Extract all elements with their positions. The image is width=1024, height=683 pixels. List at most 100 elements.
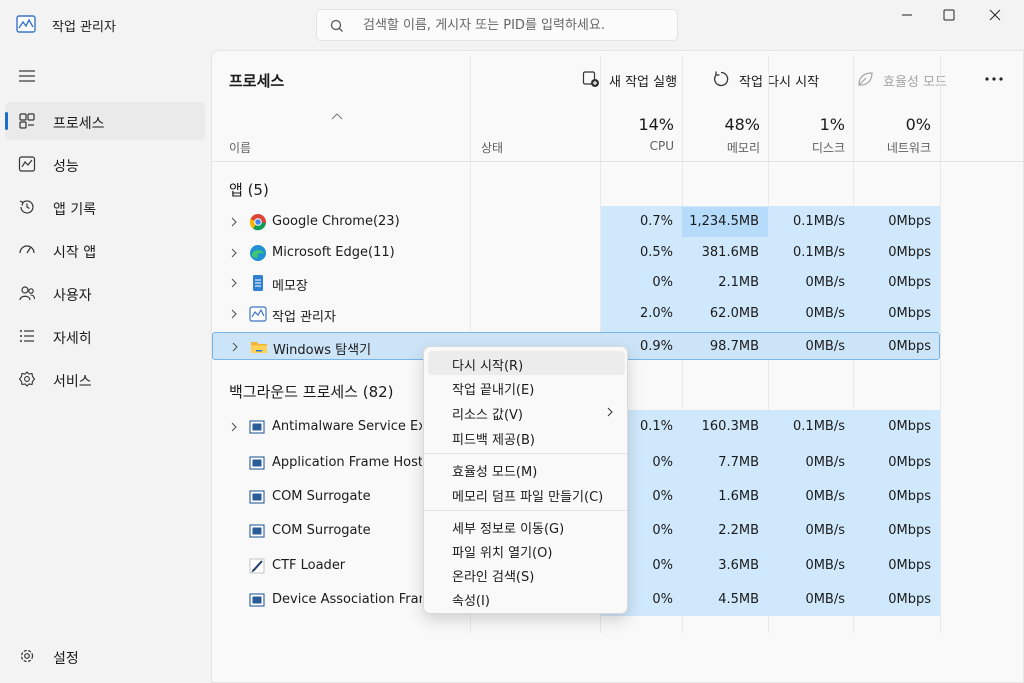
menu-separator bbox=[424, 510, 627, 511]
more-options-icon[interactable] bbox=[982, 69, 1006, 89]
column-header-cpu[interactable]: CPU bbox=[600, 139, 674, 153]
maximize-icon bbox=[943, 9, 955, 21]
new-task-icon bbox=[582, 71, 599, 87]
column-header-disk[interactable]: 디스크 bbox=[768, 139, 845, 156]
restart-task-button[interactable]: 작업 다시 시작 bbox=[712, 65, 832, 93]
menu-item-properties[interactable]: 속성(I) bbox=[428, 586, 625, 610]
menu-item-search-online[interactable]: 온라인 검색(S) bbox=[428, 562, 625, 586]
leaf-icon bbox=[858, 72, 873, 86]
memory-total: 48% bbox=[724, 115, 760, 134]
network-value: 0Mbps bbox=[888, 245, 931, 260]
efficiency-mode-button[interactable]: 효율성 모드 bbox=[856, 65, 960, 93]
sidebar-item-label: 앱 기록 bbox=[53, 202, 97, 218]
chevron-right-icon[interactable] bbox=[230, 277, 238, 289]
sidebar-item-performance[interactable]: 성능 bbox=[5, 145, 205, 183]
search-box[interactable] bbox=[316, 9, 678, 41]
chrome-icon bbox=[249, 214, 266, 231]
chevron-right-icon[interactable] bbox=[231, 341, 239, 353]
table-row[interactable]: Google Chrome(23) 0.7% 1,234.5MB 0.1MB/s… bbox=[212, 207, 940, 237]
menu-item-label: 피드백 제공(B) bbox=[452, 433, 535, 448]
sidebar-item-label: 시작 앱 bbox=[53, 245, 97, 261]
notepad-icon bbox=[253, 275, 263, 291]
service-icon bbox=[249, 490, 265, 504]
close-button[interactable] bbox=[972, 0, 1018, 32]
sidebar-item-label: 사용자 bbox=[53, 288, 92, 304]
process-name: Microsoft Edge(11) bbox=[272, 245, 395, 260]
network-value: 0Mbps bbox=[888, 275, 931, 290]
disk-value: 0MB/s bbox=[805, 592, 845, 607]
menu-item-resource-values[interactable]: 리소스 값(V) bbox=[428, 400, 625, 424]
service-icon bbox=[249, 593, 265, 607]
cpu-value: 0% bbox=[652, 275, 673, 290]
efficiency-mode-label: 효율성 모드 bbox=[883, 75, 947, 90]
minimize-button[interactable] bbox=[884, 0, 930, 32]
search-input[interactable] bbox=[363, 15, 663, 35]
menu-item-efficiency-mode[interactable]: 효율성 모드(M) bbox=[428, 457, 625, 481]
chevron-right-icon[interactable] bbox=[230, 247, 238, 259]
column-header-network[interactable]: 네트워크 bbox=[853, 139, 931, 156]
network-value: 0Mbps bbox=[888, 214, 931, 229]
close-icon bbox=[989, 9, 1001, 21]
menu-item-label: 온라인 검색(S) bbox=[452, 570, 535, 585]
cpu-value: 0.7% bbox=[639, 214, 673, 229]
network-total: 0% bbox=[905, 115, 931, 134]
apps-section-header[interactable]: 앱 (5) bbox=[229, 179, 269, 200]
process-name: CTF Loader bbox=[272, 558, 346, 573]
sidebar-item-users[interactable]: 사용자 bbox=[5, 274, 205, 312]
sidebar-item-settings[interactable]: 설정 bbox=[5, 637, 205, 675]
memory-value: 62.0MB bbox=[709, 306, 759, 321]
process-name: 메모장 bbox=[272, 279, 308, 294]
memory-value: 1,234.5MB bbox=[689, 214, 759, 229]
memory-value: 3.6MB bbox=[718, 558, 759, 573]
disk-value: 0.1MB/s bbox=[793, 214, 845, 229]
menu-item-label: 메모리 덤프 파일 만들기(C) bbox=[452, 490, 604, 505]
menu-item-restart[interactable]: 다시 시작(R) bbox=[428, 351, 625, 375]
memory-value: 160.3MB bbox=[701, 419, 759, 434]
memory-value: 4.5MB bbox=[718, 592, 759, 607]
sidebar-item-label: 성능 bbox=[53, 159, 79, 175]
network-value: 0Mbps bbox=[888, 592, 931, 607]
disk-value: 0.1MB/s bbox=[793, 245, 845, 260]
disk-value: 0MB/s bbox=[805, 489, 845, 504]
table-row[interactable]: 메모장 0% 2.1MB 0MB/s 0Mbps bbox=[212, 268, 940, 298]
sort-ascending-icon bbox=[331, 113, 343, 120]
network-value: 0Mbps bbox=[888, 419, 931, 434]
process-name: Antimalware Service Executable bbox=[272, 419, 422, 434]
memory-value: 98.7MB bbox=[709, 339, 759, 354]
performance-icon bbox=[18, 156, 36, 172]
sidebar-item-label: 서비스 bbox=[53, 374, 92, 390]
processes-icon bbox=[19, 113, 35, 129]
column-header-status[interactable]: 상태 bbox=[481, 139, 503, 156]
menu-item-go-to-details[interactable]: 세부 정보로 이동(G) bbox=[428, 514, 625, 538]
sidebar-item-label: 설정 bbox=[53, 651, 79, 667]
column-header-name[interactable]: 이름 bbox=[229, 139, 251, 156]
menu-item-label: 다시 시작(R) bbox=[452, 359, 524, 374]
sidebar-item-startup-apps[interactable]: 시작 앱 bbox=[5, 231, 205, 269]
column-header-memory[interactable]: 메모리 bbox=[682, 139, 760, 156]
menu-item-create-dump[interactable]: 메모리 덤프 파일 만들기(C) bbox=[428, 482, 625, 506]
disk-value: 0MB/s bbox=[805, 455, 845, 470]
disk-value: 0.1MB/s bbox=[793, 419, 845, 434]
sidebar-item-details[interactable]: 자세히 bbox=[5, 317, 205, 355]
chevron-right-icon[interactable] bbox=[230, 308, 238, 320]
menu-item-feedback[interactable]: 피드백 제공(B) bbox=[428, 425, 625, 449]
process-name: Google Chrome(23) bbox=[272, 214, 400, 229]
task-manager-icon bbox=[249, 306, 267, 322]
restart-task-label: 작업 다시 시작 bbox=[739, 75, 820, 90]
chevron-right-icon[interactable] bbox=[230, 421, 238, 433]
sidebar-item-app-history[interactable]: 앱 기록 bbox=[5, 188, 205, 226]
background-section-header[interactable]: 백그라운드 프로세스 (82) bbox=[229, 381, 394, 402]
table-row[interactable]: 작업 관리자 2.0% 62.0MB 0MB/s 0Mbps bbox=[212, 299, 940, 329]
menu-item-open-file-location[interactable]: 파일 위치 열기(O) bbox=[428, 538, 625, 562]
menu-icon[interactable] bbox=[16, 66, 38, 86]
sidebar-item-processes[interactable]: 프로세스 bbox=[5, 102, 205, 140]
disk-value: 0MB/s bbox=[805, 558, 845, 573]
sidebar-item-services[interactable]: 서비스 bbox=[5, 360, 205, 398]
run-new-task-button[interactable]: 새 작업 실행 bbox=[582, 65, 694, 93]
menu-item-label: 속성(I) bbox=[452, 594, 490, 609]
maximize-button[interactable] bbox=[926, 0, 972, 32]
menu-item-end-task[interactable]: 작업 끝내기(E) bbox=[428, 375, 625, 399]
table-row[interactable]: Microsoft Edge(11) 0.5% 381.6MB 0.1MB/s … bbox=[212, 238, 940, 268]
cpu-value: 2.0% bbox=[639, 306, 673, 321]
chevron-right-icon[interactable] bbox=[230, 216, 238, 228]
